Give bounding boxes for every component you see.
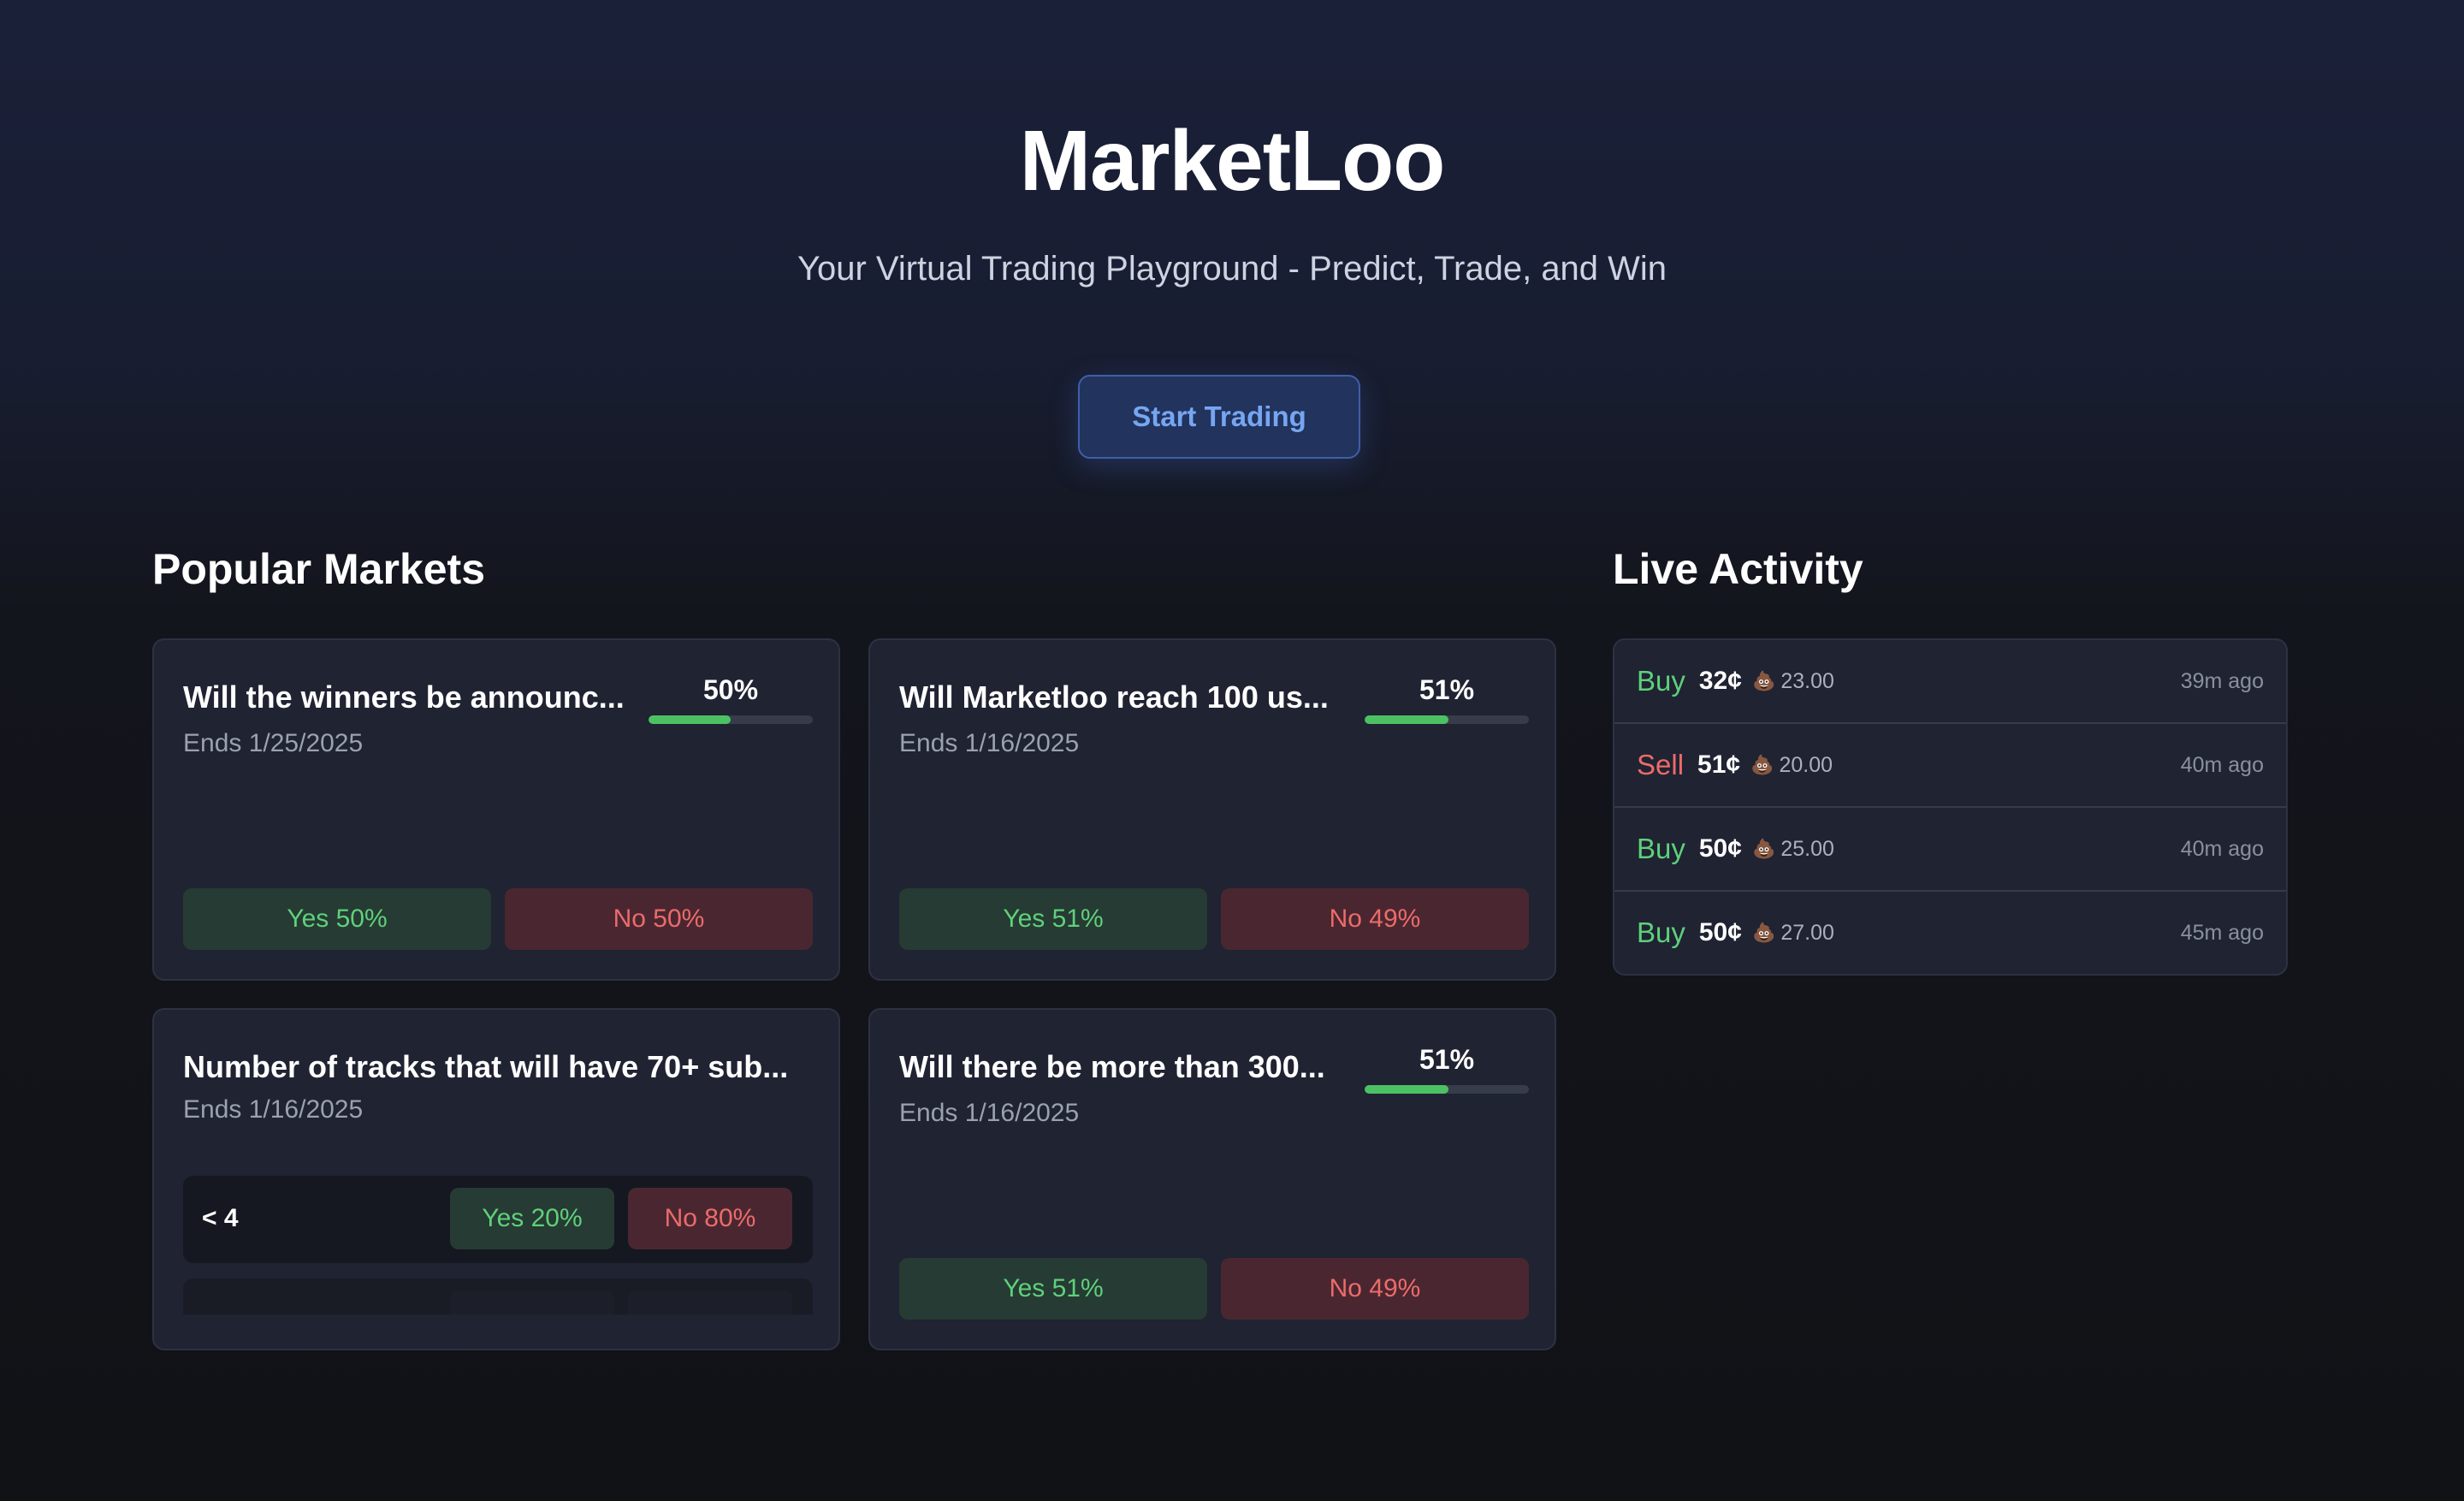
- yes-button[interactable]: Yes 50%: [183, 888, 491, 950]
- activity-price: 50¢: [1698, 834, 1742, 863]
- outcome-row-partial: [183, 1279, 813, 1314]
- activity-side: Buy: [1637, 665, 1685, 697]
- activity-side: Buy: [1637, 917, 1685, 948]
- activity-time: 45m ago: [2180, 920, 2264, 945]
- outcome-yes-button-partial: [450, 1290, 614, 1314]
- outcome-label: < 4: [202, 1204, 239, 1232]
- activity-row: Buy 32¢ 💩 23.00 39m ago: [1614, 640, 2286, 722]
- start-trading-button[interactable]: Start Trading: [1078, 375, 1360, 459]
- yes-button[interactable]: Yes 51%: [899, 888, 1207, 950]
- market-title: Number of tracks that will have 70+ sub.…: [183, 1049, 789, 1084]
- activity-price: 50¢: [1698, 918, 1742, 946]
- outcome-yes-button[interactable]: Yes 20%: [450, 1188, 614, 1249]
- activity-amount: 25.00: [1780, 836, 1834, 861]
- probability-bar: [1365, 715, 1529, 724]
- activity-amount: 27.00: [1780, 920, 1834, 945]
- market-card[interactable]: Number of tracks that will have 70+ sub.…: [152, 1008, 840, 1350]
- poop-emoji-icon: 💩: [1751, 670, 1776, 691]
- activity-time: 40m ago: [2180, 836, 2264, 861]
- probability-percent: 51%: [1419, 674, 1475, 705]
- activity-row: Buy 50¢ 💩 27.00 45m ago: [1614, 892, 2286, 974]
- activity-time: 39m ago: [2180, 668, 2264, 693]
- market-end-date: Ends 1/16/2025: [183, 1095, 364, 1124]
- market-title: Will the winners be announc...: [183, 679, 625, 715]
- probability-bar: [649, 715, 813, 724]
- probability-bar-fill: [1365, 1085, 1448, 1094]
- outcome-row: < 4 Yes 20% No 80%: [183, 1176, 813, 1263]
- popular-markets-heading: Popular Markets: [152, 545, 486, 593]
- probability-bar-fill: [1365, 715, 1448, 724]
- probability-bar: [1365, 1085, 1529, 1094]
- yes-button[interactable]: Yes 51%: [899, 1258, 1207, 1320]
- outcome-no-button[interactable]: No 80%: [628, 1188, 792, 1249]
- market-card[interactable]: Will there be more than 300... Ends 1/16…: [868, 1008, 1556, 1350]
- no-button[interactable]: No 49%: [1221, 1258, 1529, 1320]
- activity-row: Buy 50¢ 💩 25.00 40m ago: [1614, 808, 2286, 890]
- market-title: Will Marketloo reach 100 us...: [899, 679, 1329, 715]
- no-button[interactable]: No 49%: [1221, 888, 1529, 950]
- activity-amount: 20.00: [1779, 752, 1833, 777]
- market-title: Will there be more than 300...: [899, 1049, 1325, 1084]
- poop-emoji-icon: 💩: [1751, 922, 1776, 943]
- probability-indicator: 51%: [1365, 673, 1529, 724]
- live-activity-panel: Buy 32¢ 💩 23.00 39m ago Sell 51¢ 💩 20.00…: [1613, 638, 2288, 976]
- market-end-date: Ends 1/16/2025: [899, 729, 1080, 757]
- activity-price: 32¢: [1698, 667, 1742, 695]
- probability-indicator: 51%: [1365, 1042, 1529, 1094]
- probability-bar-fill: [649, 715, 731, 724]
- probability-percent: 50%: [702, 674, 759, 705]
- activity-price: 51¢: [1697, 750, 1741, 779]
- poop-emoji-icon: 💩: [1750, 754, 1774, 775]
- activity-amount: 23.00: [1780, 668, 1834, 693]
- outcome-no-button-partial: [628, 1290, 792, 1314]
- activity-side: Buy: [1637, 833, 1685, 864]
- probability-indicator: 50%: [649, 673, 813, 724]
- poop-emoji-icon: 💩: [1751, 838, 1776, 859]
- activity-side: Sell: [1637, 749, 1685, 780]
- market-card[interactable]: Will the winners be announc... Ends 1/25…: [152, 638, 840, 981]
- probability-percent: 51%: [1419, 1044, 1475, 1075]
- no-button[interactable]: No 50%: [505, 888, 813, 950]
- market-card[interactable]: Will Marketloo reach 100 us... Ends 1/16…: [868, 638, 1556, 981]
- activity-time: 40m ago: [2180, 752, 2264, 777]
- activity-row: Sell 51¢ 💩 20.00 40m ago: [1614, 724, 2286, 806]
- market-end-date: Ends 1/16/2025: [899, 1099, 1080, 1127]
- market-end-date: Ends 1/25/2025: [183, 729, 364, 757]
- app-title: MarketLoo: [1019, 113, 1446, 209]
- app-tagline: Your Virtual Trading Playground - Predic…: [797, 250, 1667, 288]
- live-activity-heading: Live Activity: [1613, 545, 1863, 593]
